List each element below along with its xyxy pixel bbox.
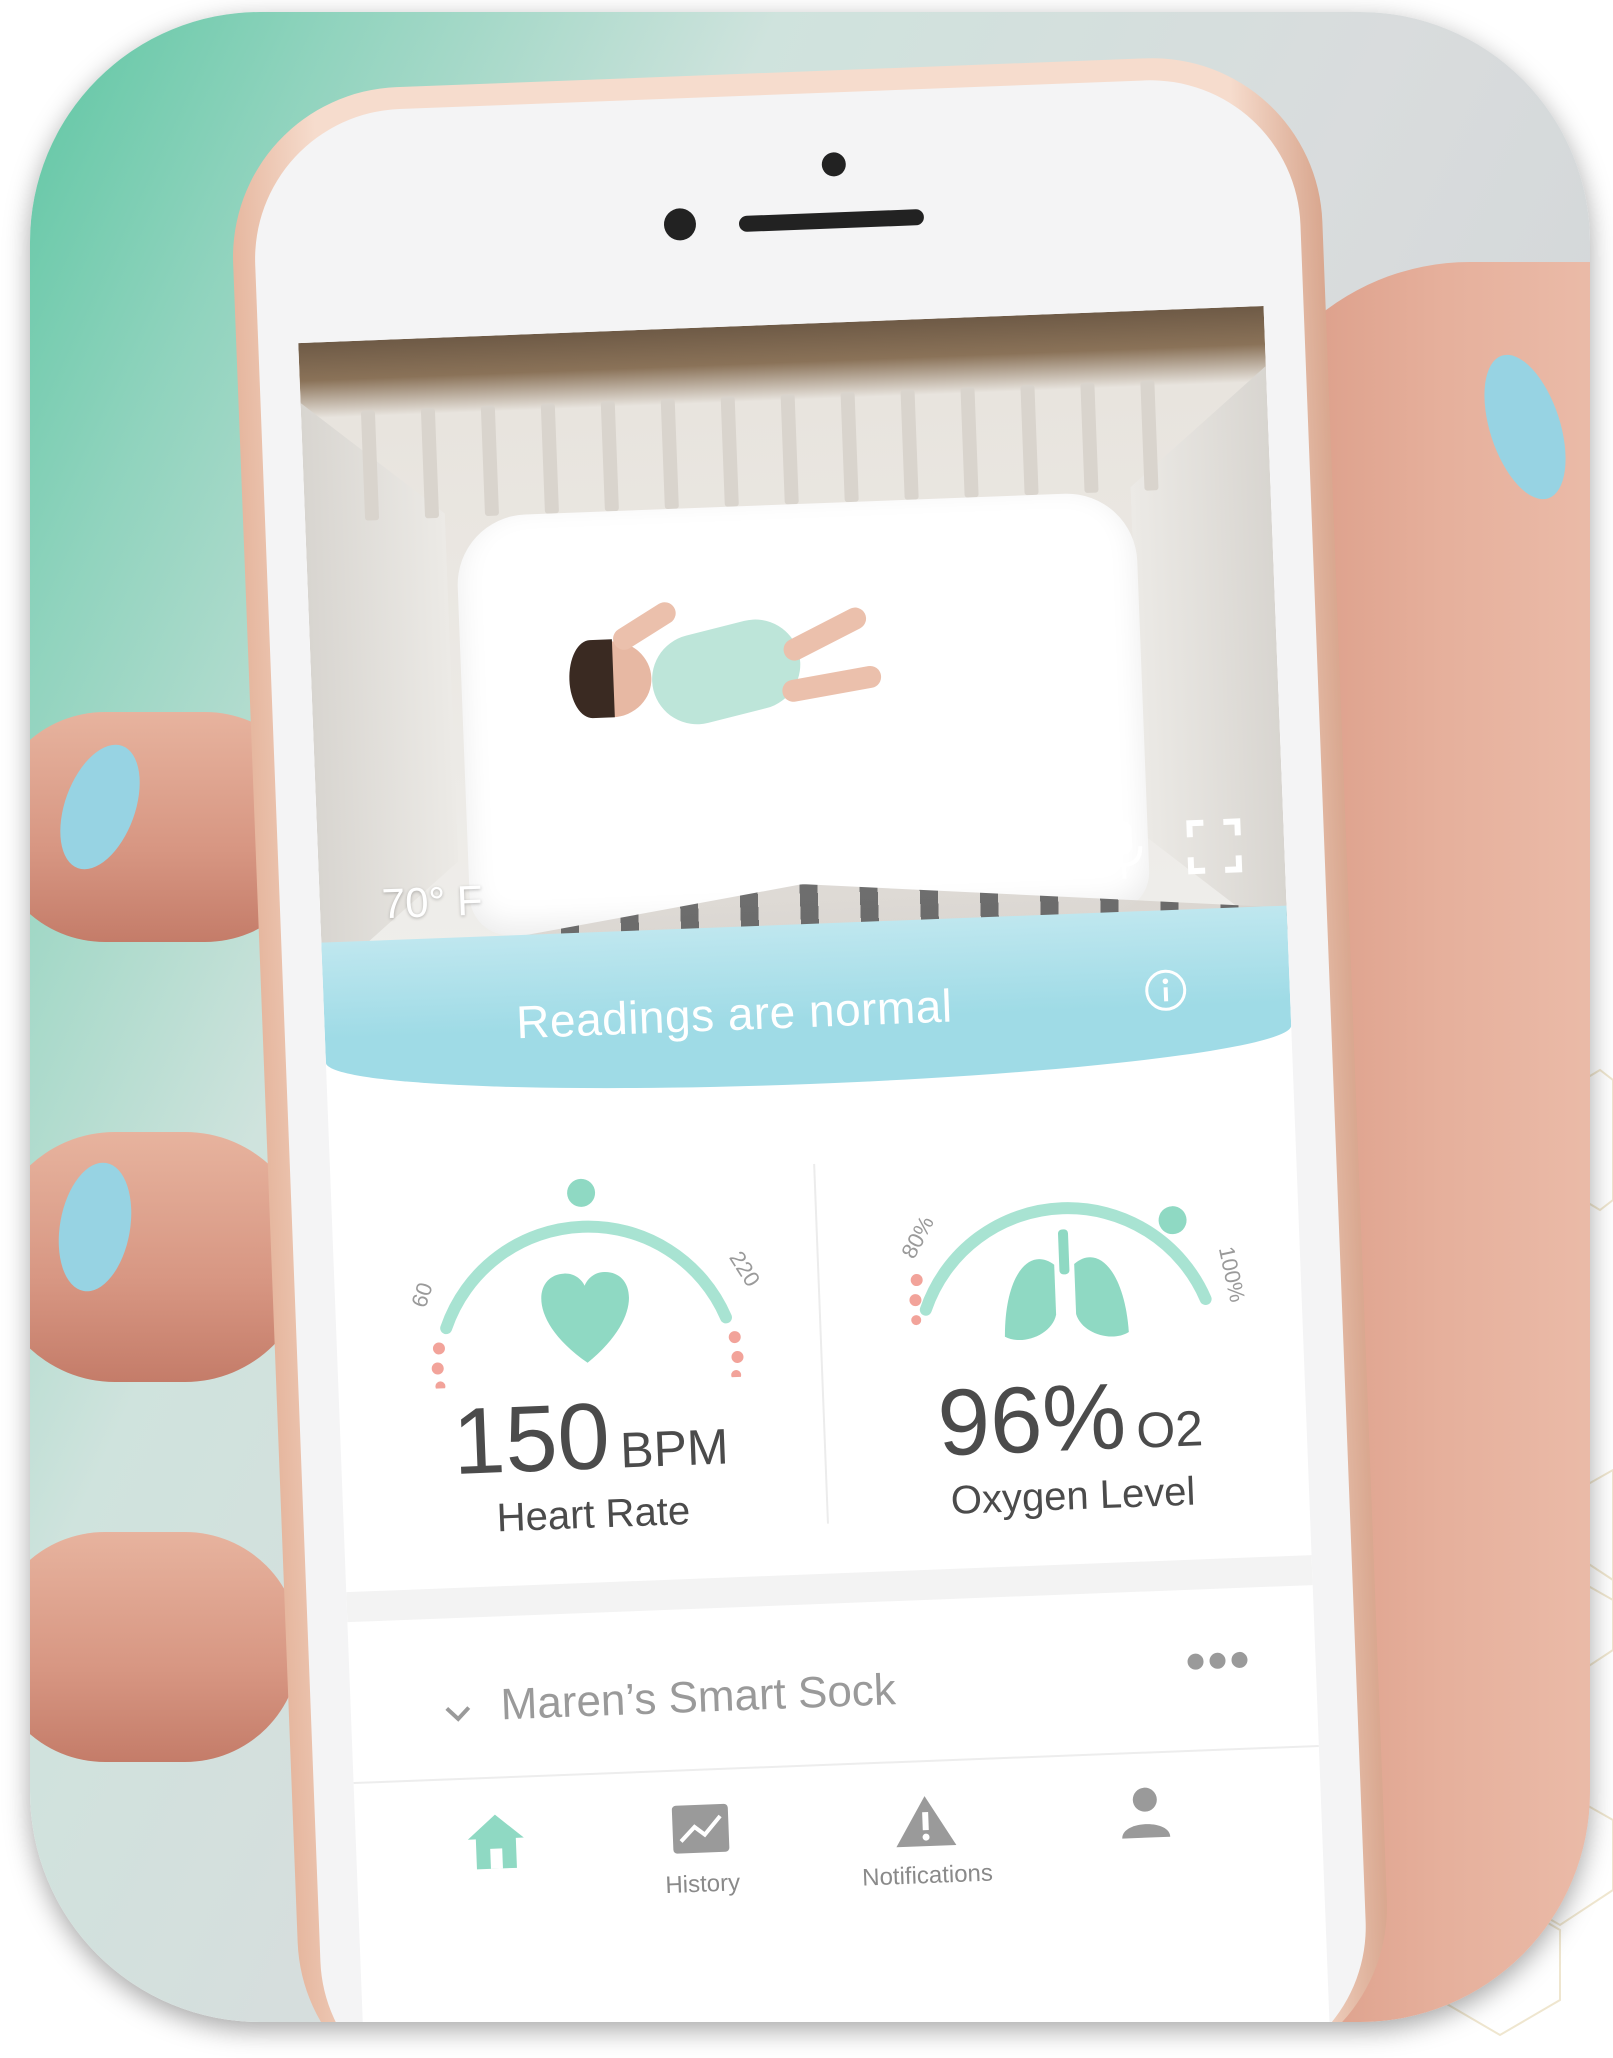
heart-icon — [541, 1272, 629, 1363]
crib-mattress — [455, 491, 1151, 937]
front-camera — [821, 151, 847, 177]
app-photo: 70° F Readings are normal 60 220 150 BPM… — [30, 12, 1590, 2022]
finger — [30, 1532, 300, 1762]
warning-icon — [896, 1796, 957, 1848]
lungs-icon — [1004, 1229, 1129, 1341]
tab-profile-label — [1047, 1850, 1247, 1858]
oxygen-unit: O2 — [1135, 1400, 1205, 1459]
tab-profile[interactable] — [1044, 1780, 1250, 1938]
temperature-readout: 70° F — [380, 876, 484, 928]
heart-rate-gauge[interactable]: 60 220 150 BPM Heart Rate — [370, 1145, 805, 1561]
oxygen-value: 96% — [935, 1363, 1128, 1476]
more-icon[interactable] — [1187, 1651, 1258, 1678]
chevron-down-icon[interactable] — [440, 1695, 475, 1730]
home-icon — [467, 1814, 524, 1870]
proximity-sensor — [663, 207, 697, 241]
phone: 70° F Readings are normal 60 220 150 BPM… — [226, 51, 1394, 2022]
fullscreen-icon[interactable] — [1185, 817, 1243, 875]
heart-rate-unit: BPM — [619, 1418, 730, 1479]
app-screen: 70° F Readings are normal 60 220 150 BPM… — [298, 306, 1333, 2022]
phone-face: 70° F Readings are normal 60 220 150 BPM… — [249, 74, 1372, 2022]
info-icon[interactable] — [1143, 967, 1189, 1013]
camera-feed[interactable]: 70° F — [298, 306, 1288, 973]
heart-rate-value-line: 150 BPM — [379, 1375, 803, 1499]
heart-rate-range-high: 220 — [724, 1247, 765, 1291]
tab-notifications[interactable]: Notifications — [824, 1788, 1030, 1946]
tab-history-label: History — [664, 1869, 741, 1900]
tab-history[interactable]: History — [600, 1797, 806, 1955]
vitals-divider — [813, 1163, 829, 1524]
oxygen-value-line: 96% O2 — [858, 1356, 1282, 1480]
vitals-panel: 60 220 150 BPM Heart Rate 80% 100% 96% O… — [329, 1105, 1310, 1562]
heart-rate-range-low: 60 — [406, 1280, 437, 1311]
oxygen-gauge[interactable]: 80% 100% 96% O2 Oxygen Level — [849, 1126, 1284, 1542]
oxygen-range-high: 100% — [1214, 1244, 1250, 1304]
bottom-tab-bar: History Notifications — [353, 1744, 1327, 1984]
profile-icon — [1122, 1787, 1171, 1839]
device-row[interactable]: Maren’s Smart Sock — [348, 1605, 1318, 1772]
tab-notifications-label: Notifications — [861, 1859, 994, 1892]
heart-rate-value: 150 — [450, 1382, 612, 1494]
microphone-icon[interactable] — [1097, 816, 1150, 888]
history-chart-icon — [671, 1803, 730, 1854]
device-name: Maren’s Smart Sock — [499, 1665, 897, 1730]
oxygen-range-low: 80% — [896, 1212, 939, 1263]
tab-home-label — [398, 1883, 598, 1891]
status-text: Readings are normal — [515, 979, 954, 1049]
tab-home[interactable] — [395, 1805, 601, 1963]
earpiece-speaker — [738, 208, 925, 233]
